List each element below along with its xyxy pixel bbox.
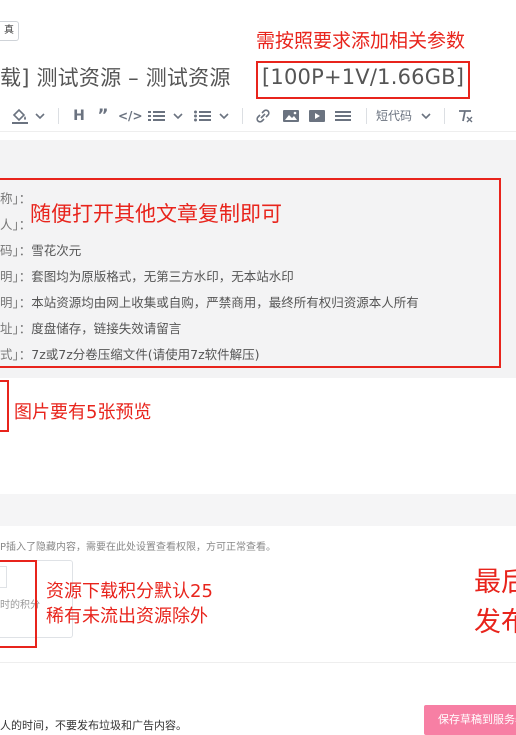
chevron-down-icon[interactable] [172,106,184,126]
points-annotation-line1: 资源下载积分默认25 [46,581,213,602]
toolbar-divider [444,108,445,124]
posting-rules-note: 人的时间，不要发布垃圾和广告内容。 [0,719,187,732]
save-draft-button[interactable]: 保存草稿到服务器 [424,705,516,735]
toolbar-divider [58,108,59,124]
toolbar-divider [366,108,367,124]
chevron-down-icon[interactable] [218,106,230,126]
unordered-list-icon[interactable] [194,106,214,126]
divider-icon[interactable] [334,106,354,126]
points-highlight-box [0,560,37,648]
post-title-text: 载] 测试资源 – 测试资源 [0,66,231,90]
preview-highlight-box [0,380,9,432]
link-icon[interactable] [254,106,274,126]
params-annotation: 需按照要求添加相关参数 [256,30,466,52]
publish-annotation-line2: 发布 [474,607,516,638]
paint-bucket-icon[interactable] [10,106,34,126]
code-icon[interactable]: </> [118,106,143,126]
points-annotation-line2: 稀有未流出资源除外 [46,606,208,627]
editor-footer-strip [0,494,516,526]
footer-divider [0,662,516,663]
editor-toolbar: H ” </> 短代码 [0,101,516,132]
shortcode-label: 短代码 [376,109,413,123]
publish-annotation-line1: 最后 [474,567,516,598]
post-title-params: [100P+1V/1.66GB] [262,65,465,89]
clear-format-icon[interactable] [456,106,476,126]
shortcode-menu[interactable]: 短代码 [376,106,420,126]
chevron-down-icon[interactable] [420,106,432,126]
hidden-content-hint: P插入了隐藏内容，需要在此处设置查看权限，方可正常查看。 [0,542,277,553]
preview-annotation: 图片要有5张预览 [14,402,152,423]
quote-icon[interactable]: ” [94,106,112,126]
copy-annotation: 随便打开其他文章复制即可 [30,202,282,226]
toolbar-fragment-button[interactable]: 真 [0,21,19,41]
video-icon[interactable] [308,106,328,126]
image-icon[interactable] [282,106,302,126]
heading-icon[interactable]: H [70,106,88,126]
chevron-down-icon[interactable] [34,106,46,126]
post-title[interactable]: 载] 测试资源 – 测试资源 [0,62,231,92]
toolbar-divider [242,108,243,124]
ordered-list-icon[interactable] [148,106,168,126]
